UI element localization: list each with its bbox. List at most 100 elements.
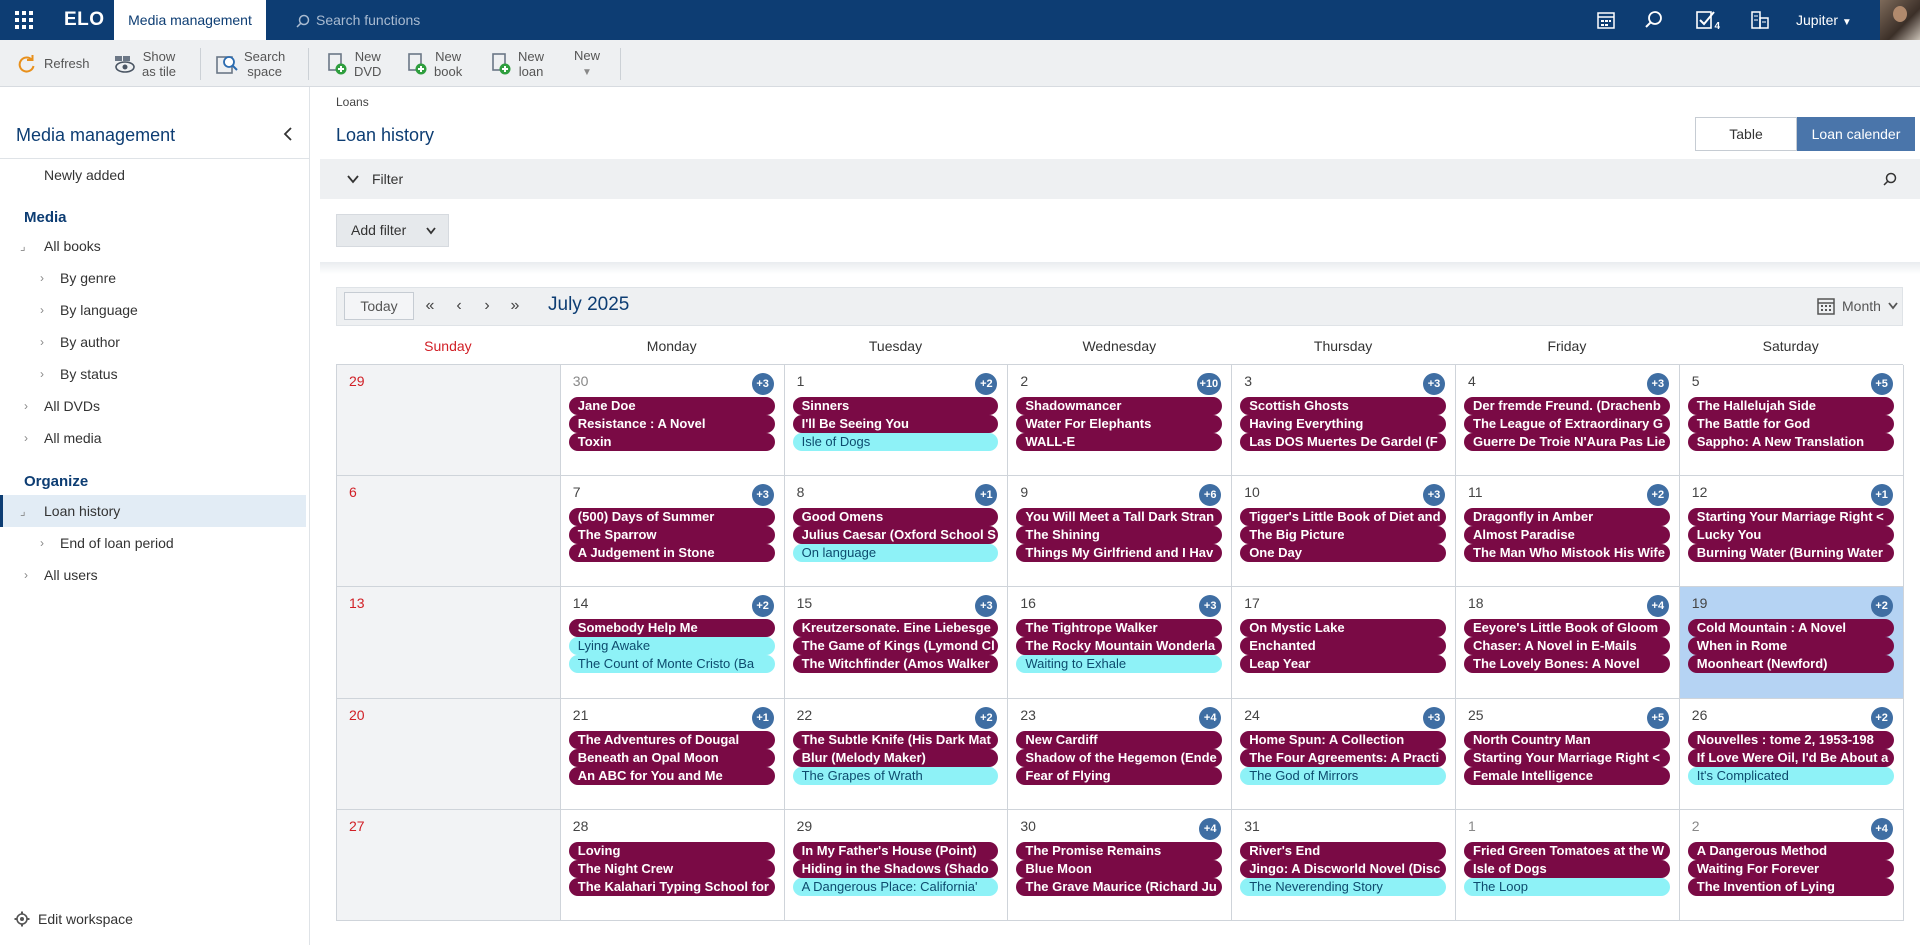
more-events-badge[interactable]: +3 — [1422, 484, 1445, 507]
loan-event[interactable]: The Game of Kings (Lymond Cl — [792, 637, 999, 656]
calendar-day-cell[interactable]: 20 — [337, 698, 561, 810]
calendar-day-cell[interactable]: 4 +3 Der fremde Freund. (Drachenb The Leagu… — [1456, 365, 1680, 477]
loan-event[interactable]: North Country Man — [1464, 730, 1670, 749]
sidebar-item-all-media[interactable]: › All media — [0, 422, 306, 454]
calendar-day-cell[interactable]: 30 +3 Jane Doe Resistance : A Novel Toxin — [560, 365, 785, 477]
more-events-badge[interactable]: +3 — [975, 595, 998, 618]
loan-event[interactable]: Sinners — [792, 397, 999, 415]
loan-event[interactable]: Leap Year — [1240, 655, 1446, 674]
sidebar-item-newly-added[interactable]: Newly added — [0, 159, 306, 191]
loan-event[interactable]: The Tightrope Walker — [1016, 619, 1223, 638]
loan-event[interactable]: The Count of Monte Cristo (Ba — [568, 655, 775, 674]
calendar-day-cell[interactable]: 15 +3 Kreutzersonate. Eine Liebesge The Gam… — [784, 587, 1009, 699]
loan-event[interactable]: Hiding in the Shadows (Shado — [792, 859, 999, 878]
loan-event[interactable]: Jane Doe — [568, 397, 775, 415]
loan-event[interactable]: (500) Days of Summer — [568, 508, 775, 527]
loan-event[interactable]: The League of Extraordinary G — [1464, 415, 1670, 433]
calendar-day-cell[interactable]: 10 +3 Tigger's Little Book of Diet and The … — [1232, 476, 1456, 588]
next-year-icon[interactable]: » — [505, 296, 525, 316]
avatar[interactable] — [1880, 0, 1920, 40]
loan-event[interactable]: Guerre De Troie N'Aura Pas Lie — [1464, 433, 1670, 451]
sidebar-item-end-of-loan-period[interactable]: › End of loan period — [0, 527, 306, 559]
loan-event[interactable]: A Dangerous Method — [1687, 841, 1894, 860]
loan-event[interactable]: In My Father's House (Point) — [792, 841, 999, 860]
loan-event[interactable]: The Adventures of Dougal — [568, 730, 775, 749]
loan-event[interactable]: Fear of Flying — [1016, 766, 1223, 785]
loan-event[interactable]: It's Complicated — [1687, 766, 1894, 785]
loan-event[interactable]: Chaser: A Novel in E-Mails — [1464, 637, 1670, 656]
search-icon[interactable] — [1630, 0, 1678, 40]
calendar-day-cell[interactable]: 28 Loving The Night Crew The Kalahari Typin… — [560, 809, 785, 921]
more-events-badge[interactable]: +5 — [1870, 373, 1893, 395]
calendar-day-cell[interactable]: 13 — [337, 587, 561, 699]
loan-event[interactable]: Sappho: A New Translation — [1687, 433, 1894, 451]
breadcrumb[interactable]: Loans — [336, 95, 369, 109]
loan-event[interactable]: WALL-E — [1016, 433, 1223, 451]
calendar-day-cell[interactable]: 30 +4 The Promise Remains Blue Moon The Grav… — [1008, 809, 1233, 921]
loan-event[interactable]: The Witchfinder (Amos Walker — [792, 655, 999, 674]
loan-event[interactable]: One Day — [1240, 544, 1446, 563]
loan-event[interactable]: The God of Mirrors — [1240, 766, 1446, 785]
sidebar-item-all-dvds[interactable]: › All DVDs — [0, 390, 306, 422]
loan-event[interactable]: Isle of Dogs — [792, 433, 999, 451]
loan-event[interactable]: Shadowmancer — [1016, 397, 1223, 415]
more-events-badge[interactable]: +4 — [1870, 817, 1893, 840]
new-dvd-button[interactable]: New DVD — [326, 40, 381, 87]
loan-event[interactable]: Water For Elephants — [1016, 415, 1223, 433]
calendar-day-cell[interactable]: 23 +4 New Cardiff Shadow of the Hegemon (En… — [1008, 698, 1233, 810]
more-events-badge[interactable]: +3 — [1422, 706, 1445, 729]
calendar-day-cell[interactable]: 6 — [337, 476, 561, 588]
calendar-day-cell[interactable]: 9 +6 You Will Meet a Tall Dark Stran The Sh… — [1008, 476, 1233, 588]
calendar-day-cell[interactable]: 3 +3 Scottish Ghosts Having Everything Las D… — [1232, 365, 1456, 477]
more-events-badge[interactable]: +2 — [1646, 484, 1669, 507]
calendar-day-cell[interactable]: 19 +2 Cold Mountain : A Novel When in Rome M… — [1679, 587, 1904, 699]
loan-event[interactable]: Female Intelligence — [1464, 766, 1670, 785]
loan-event[interactable]: Eeyore's Little Book of Gloom — [1464, 619, 1670, 638]
loan-event[interactable]: Starting Your Marriage Right < — [1687, 508, 1894, 527]
calendar-day-cell[interactable]: 16 +3 The Tightrope Walker The Rocky Mounta… — [1008, 587, 1233, 699]
calendar-day-cell[interactable]: 27 — [337, 809, 561, 921]
loan-event[interactable]: Resistance : A Novel — [568, 415, 775, 433]
next-month-icon[interactable]: › — [477, 296, 497, 316]
loan-event[interactable]: The Subtle Knife (His Dark Mat — [792, 730, 999, 749]
calendar-day-cell[interactable]: 5 +5 The Hallelujah Side The Battle for God… — [1679, 365, 1904, 477]
loan-event[interactable]: Enchanted — [1240, 637, 1446, 656]
calendar-day-cell[interactable]: 2 +10 Shadowmancer Water For Elephants WALL-… — [1008, 365, 1233, 477]
calendar-day-cell[interactable]: 1 Fried Green Tomatoes at the W Isle of Do… — [1456, 809, 1680, 921]
sidebar-item-loan-history[interactable]: ⌟ Loan history — [0, 495, 306, 527]
loan-event[interactable]: Jingo: A Discworld Novel (Disc — [1240, 859, 1446, 878]
loan-event[interactable]: Starting Your Marriage Right < — [1464, 748, 1670, 767]
loan-event[interactable]: Moonheart (Newford) — [1687, 655, 1894, 674]
new-menu-button[interactable]: New ▼ — [574, 40, 600, 87]
loan-event[interactable]: Scottish Ghosts — [1240, 397, 1446, 415]
loan-event[interactable]: On language — [792, 544, 999, 563]
more-events-badge[interactable]: +5 — [1646, 706, 1669, 729]
sidebar-item-all-users[interactable]: › All users — [0, 559, 306, 591]
loan-event[interactable]: The Hallelujah Side — [1687, 397, 1894, 415]
more-events-badge[interactable]: +1 — [751, 706, 774, 729]
sidebar-item-by-status[interactable]: › By status — [0, 358, 306, 390]
loan-event[interactable]: An ABC for You and Me — [568, 766, 775, 785]
loan-event[interactable]: Waiting For Forever — [1687, 859, 1894, 878]
calendar-day-cell[interactable]: 1 +2 Sinners I'll Be Seeing You Isle of Dogs — [784, 365, 1009, 477]
loan-event[interactable]: If Love Were Oil, I'd Be About a — [1687, 748, 1894, 767]
sidebar-item-by-genre[interactable]: › By genre — [0, 262, 306, 294]
search-space-button[interactable]: Search space — [216, 40, 285, 87]
previous-year-icon[interactable]: « — [420, 296, 440, 316]
function-search[interactable]: Search functions — [296, 0, 420, 40]
calendar-day-cell[interactable]: 7 +3 (500) Days of Summer The Sparrow A Judg… — [560, 476, 785, 588]
search-icon[interactable] — [1883, 172, 1897, 186]
calendar-day-cell[interactable]: 2 +4 A Dangerous Method Waiting For Forever… — [1679, 809, 1904, 921]
calendar-day-cell[interactable]: 25 +5 North Country Man Starting Your Marri… — [1456, 698, 1680, 810]
loan-event[interactable]: The Grave Maurice (Richard Ju — [1016, 877, 1223, 896]
loan-event[interactable]: The Big Picture — [1240, 526, 1446, 545]
loan-event[interactable]: A Judgement in Stone — [568, 544, 775, 563]
more-events-badge[interactable]: +2 — [1870, 595, 1893, 618]
loan-event[interactable]: Tigger's Little Book of Diet and — [1240, 508, 1446, 527]
more-events-badge[interactable]: +4 — [1199, 817, 1222, 840]
calendar-icon[interactable] — [1582, 0, 1630, 40]
loan-event[interactable]: The Neverending Story — [1240, 877, 1446, 896]
view-mode-select[interactable]: Month — [1816, 296, 1899, 316]
table-view-button[interactable]: Table — [1695, 117, 1797, 151]
calendar-day-cell[interactable]: 8 +1 Good Omens Julius Caesar (Oxford Schoo… — [784, 476, 1009, 588]
